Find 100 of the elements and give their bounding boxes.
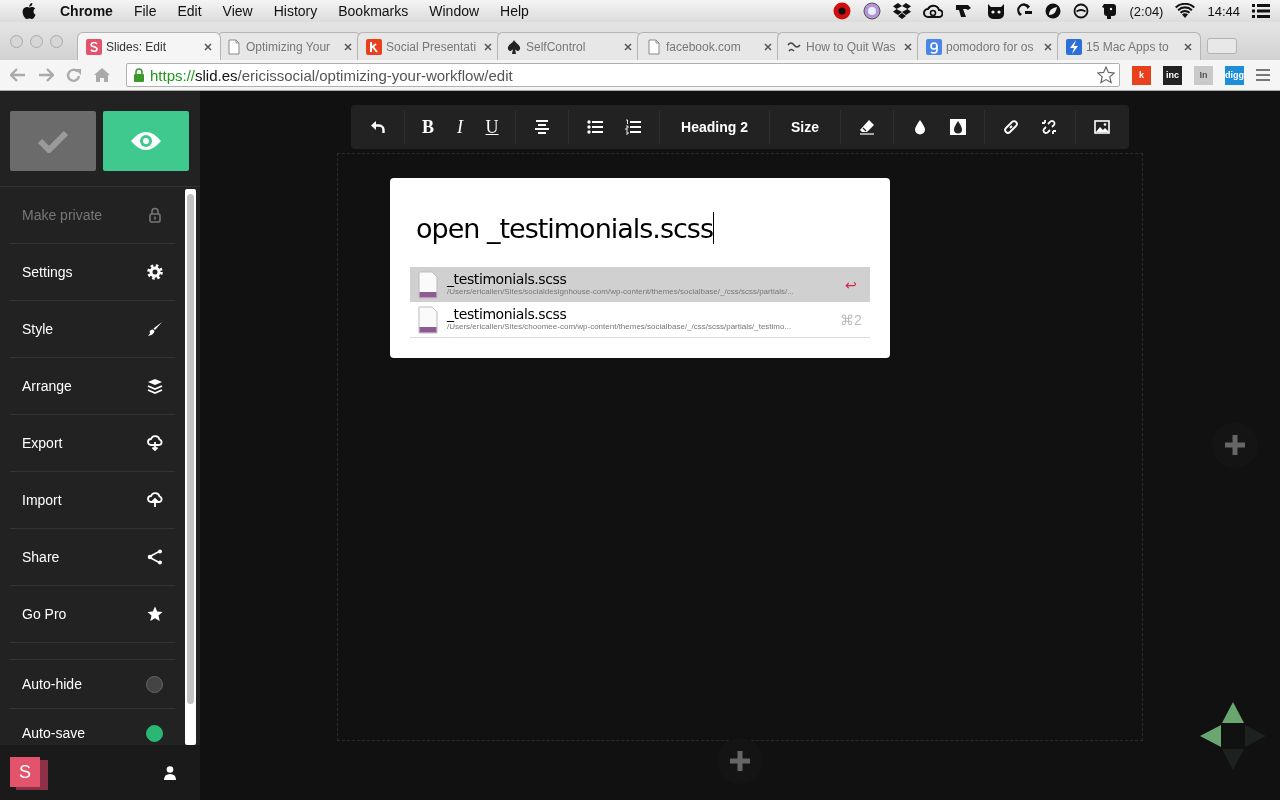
size-dropdown[interactable]: Size xyxy=(778,111,831,143)
unlink-icon[interactable] xyxy=(1040,119,1057,135)
heading-dropdown[interactable]: Heading 2 xyxy=(669,111,760,143)
add-icon[interactable] xyxy=(728,749,752,773)
clock[interactable]: 14:44 xyxy=(1207,3,1240,19)
file-icon xyxy=(418,305,438,334)
wifi-icon[interactable] xyxy=(1175,3,1196,19)
box-icon[interactable] xyxy=(893,3,912,19)
cloud-download-icon xyxy=(147,435,163,451)
sidebar-item[interactable]: Arrange xyxy=(10,358,175,415)
close-icon[interactable] xyxy=(904,42,912,51)
arrow-up-icon[interactable] xyxy=(1222,702,1244,724)
menu-item[interactable]: View xyxy=(222,3,253,19)
result-item[interactable]: _testimonials.scss /Users/ericallen/Sites/choomee-com/wp-content/themes/socialbase/_/css/scss/partials/_testimo... ⌘2 xyxy=(410,302,870,337)
favicon-icon xyxy=(226,38,242,55)
close-icon[interactable] xyxy=(1184,42,1192,51)
browser-tab[interactable]: Slides: Edit xyxy=(77,32,221,60)
link-icon[interactable] xyxy=(1002,119,1019,135)
close-icon[interactable] xyxy=(344,42,352,51)
sidebar-item[interactable]: Share xyxy=(10,529,175,586)
cloud-upload-icon xyxy=(147,492,163,508)
star-outline-icon[interactable] xyxy=(1097,66,1115,84)
close-icon[interactable] xyxy=(484,42,492,51)
eye-icon xyxy=(130,131,162,151)
lock-icon xyxy=(147,207,163,223)
search-field[interactable]: open _testimonials.scss xyxy=(410,206,870,250)
extension-button[interactable]: inc xyxy=(1163,65,1182,85)
lock-icon xyxy=(133,68,145,82)
tab-title: Optimizing Your xyxy=(246,39,332,54)
eraser-icon[interactable] xyxy=(858,119,875,135)
tab-title: facebook.com xyxy=(666,39,742,54)
browser-tab[interactable]: 15 Mac Apps to xyxy=(1057,32,1201,60)
arrow-left-icon[interactable] xyxy=(1200,725,1222,747)
bold-button[interactable]: B xyxy=(414,111,443,143)
menu-icon[interactable] xyxy=(1256,69,1270,81)
favicon-icon xyxy=(646,38,662,55)
menu-item[interactable]: Edit xyxy=(177,3,202,19)
apple-icon xyxy=(22,3,36,19)
favicon-icon xyxy=(86,38,102,55)
underline-button[interactable]: U xyxy=(478,111,507,143)
layers-icon xyxy=(147,378,163,394)
tab-title: 15 Mac Apps to xyxy=(1086,39,1170,54)
share-icon xyxy=(147,549,163,565)
address-field[interactable]: https://slid.es/ericissocial/optimizing-your-workflow/edit xyxy=(126,63,1120,87)
app-menu[interactable]: Chrome xyxy=(60,3,113,19)
close-icon[interactable] xyxy=(624,42,632,51)
sidebar-item[interactable]: Settings xyxy=(10,244,175,301)
list-icon[interactable] xyxy=(1252,4,1270,18)
toggle-label: Auto-hide xyxy=(22,676,82,692)
user-icon[interactable] xyxy=(164,765,176,780)
tab-title: Social Presentati xyxy=(386,39,478,54)
extension-button[interactable]: digg xyxy=(1225,65,1244,85)
tab-title: pomodoro for os xyxy=(946,39,1035,54)
tab-title: How to Quit Was xyxy=(806,39,897,54)
close-icon[interactable] xyxy=(1044,42,1052,51)
color-wheel-icon[interactable] xyxy=(863,2,882,20)
shortcut-label: ⌘2 xyxy=(840,311,862,328)
mask-icon[interactable] xyxy=(987,3,1006,19)
tab-title: SelfControl xyxy=(526,39,587,54)
cloud-icon[interactable] xyxy=(923,3,944,19)
browser-tab[interactable]: pomodoro for os xyxy=(917,32,1061,60)
menu-item[interactable]: Bookmarks xyxy=(338,3,409,19)
image-icon[interactable] xyxy=(1093,119,1110,135)
menu-item[interactable]: File xyxy=(133,3,157,19)
italic-button[interactable]: I xyxy=(446,111,475,143)
align-center-icon[interactable] xyxy=(534,119,551,135)
extension-button[interactable]: k xyxy=(1132,65,1151,85)
close-icon[interactable] xyxy=(204,42,212,51)
shortcut-label: ↩ xyxy=(844,276,858,293)
file-name: _testimonials.scss xyxy=(447,272,568,287)
drop-icon[interactable] xyxy=(949,119,966,135)
menu-item[interactable]: Help xyxy=(500,3,529,19)
record-icon[interactable] xyxy=(833,2,852,20)
scrollbar[interactable] xyxy=(185,189,196,745)
undo-icon[interactable] xyxy=(370,119,387,135)
toggle-switch[interactable] xyxy=(146,675,163,693)
numbered-list-icon[interactable] xyxy=(625,119,642,135)
blocked-circle-icon[interactable] xyxy=(1073,3,1090,19)
leaf-icon[interactable] xyxy=(1045,3,1062,19)
sidebar-item[interactable]: Import xyxy=(10,472,175,529)
sidebar-item[interactable]: Export xyxy=(10,415,175,472)
favicon-icon xyxy=(506,38,522,55)
menu-item[interactable]: Window xyxy=(429,3,480,19)
favicon-icon xyxy=(1066,38,1082,55)
url-text: https://slid.es/ericissocial/optimizing-your-workflow/edit xyxy=(150,66,514,84)
extension-button[interactable]: In xyxy=(1194,65,1213,85)
add-icon[interactable] xyxy=(1223,433,1247,457)
file-path: /Users/ericallen/Sites/choomee-com/wp-content/themes/socialbase/_/css/scss/partials/_testimo... xyxy=(447,322,793,332)
menu-item[interactable]: History xyxy=(273,3,318,19)
toggle-switch[interactable] xyxy=(146,724,163,742)
file-path: /Users/ericallen/Sites/socialdesignhouse-com/wp-content/themes/socialbase/_/css/scss/partials/... xyxy=(447,287,795,297)
bulleted-list-icon[interactable] xyxy=(587,119,604,135)
favicon-icon xyxy=(926,38,942,55)
file-name: _testimonials.scss xyxy=(447,307,568,322)
tab-title: Slides: Edit xyxy=(106,39,168,54)
sidebar-item[interactable]: Go Pro xyxy=(10,586,175,643)
result-item[interactable]: _testimonials.scss /Users/ericallen/Sites/socialdesignhouse-com/wp-content/themes/socialbase/_/css/scss/partials/... ↩ xyxy=(410,267,870,302)
sidebar-item[interactable]: Style xyxy=(10,301,175,358)
battery-time: (2:04) xyxy=(1129,3,1164,19)
close-icon[interactable] xyxy=(764,42,772,51)
